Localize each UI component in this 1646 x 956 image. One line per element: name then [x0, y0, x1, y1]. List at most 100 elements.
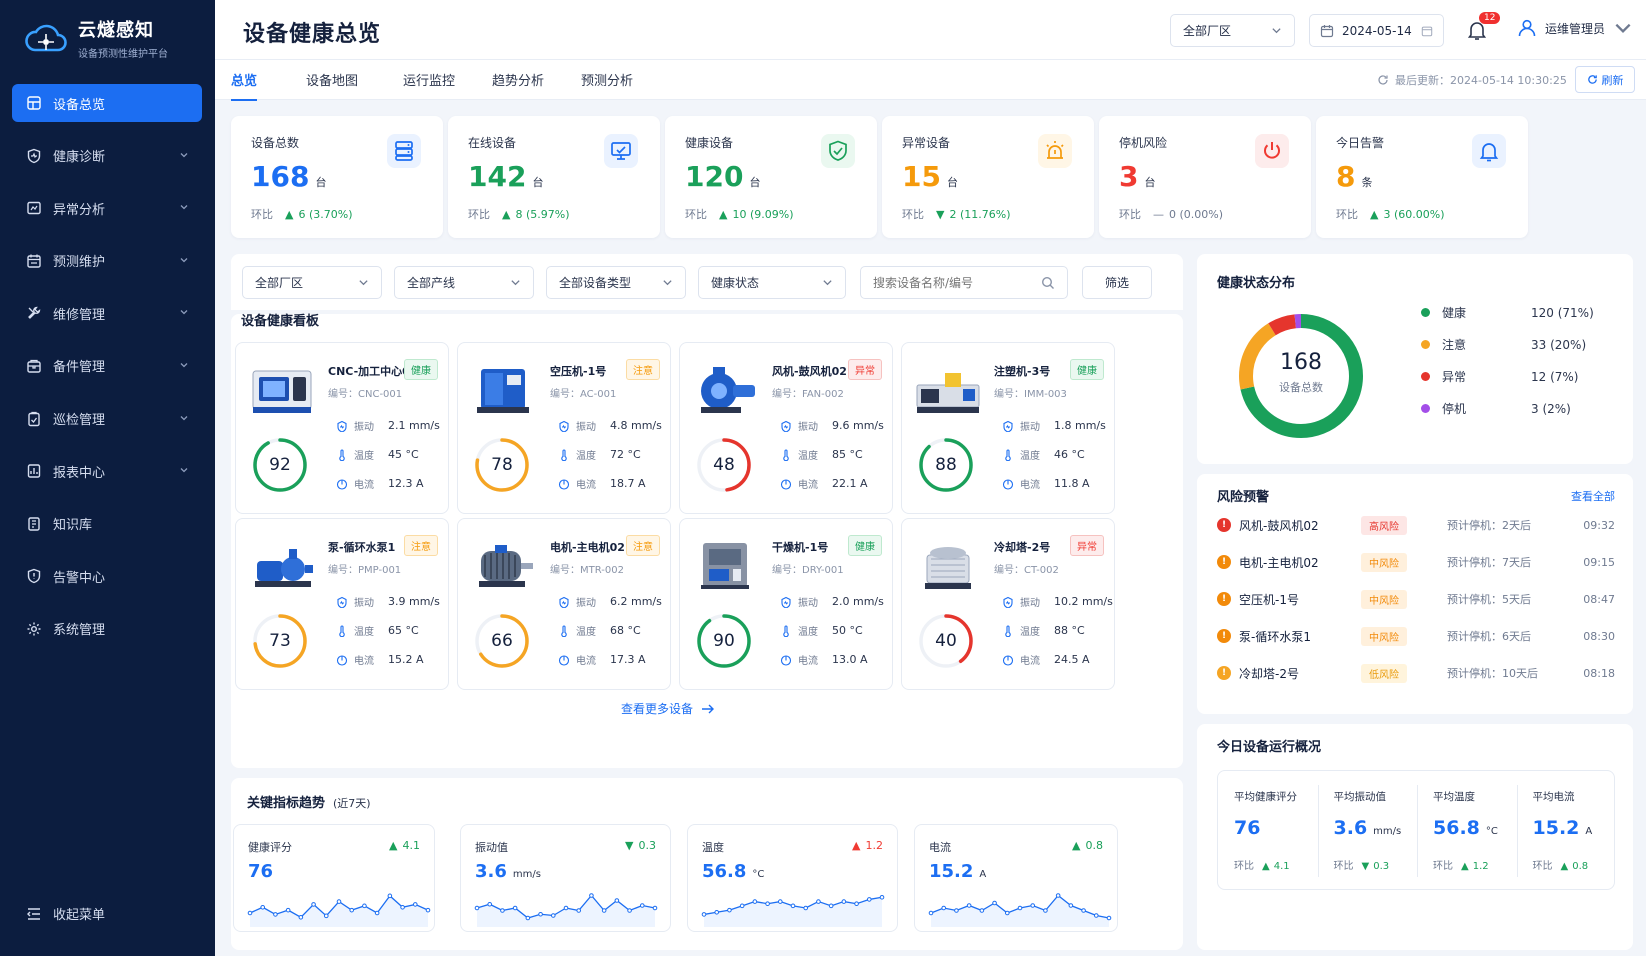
device-card[interactable]: CNC-加工中心01 编号：CNC-001 健康 92 振动 2.1 mm/s 温度 45 °…: [235, 342, 449, 514]
sparkline-point: [614, 898, 620, 903]
risk-item[interactable]: ! 风机-鼓风机02 高风险 预计停机：2天后 09:32: [1217, 514, 1615, 536]
device-card[interactable]: 注塑机-3号 编号：IMM-003 健康 88 振动 1.8 mm/s 温度 46 °C 电流 1…: [901, 342, 1115, 514]
device-search-input[interactable]: [873, 275, 1033, 290]
kpi-card-2[interactable]: 健康设备 120 台环比 ▲ 10 (9.09%): [665, 116, 877, 238]
risk-item[interactable]: ! 泵-循环水泵1 中风险 预计停机：6天后 08:30: [1217, 625, 1615, 647]
sidebar-item-4[interactable]: 维修管理: [12, 294, 202, 332]
refresh-button[interactable]: 刷新: [1575, 66, 1635, 93]
line-filter-value: 全部产线: [407, 276, 456, 290]
view-more-devices-link[interactable]: 查看更多设备: [621, 700, 715, 717]
sparkline-point: [652, 905, 658, 911]
risk-item[interactable]: ! 冷却塔-2号 低风险 预计停机：10天后 08:18: [1217, 662, 1615, 684]
kpi-card-4[interactable]: 停机风险 3 台环比 — 0 (0.00%): [1099, 116, 1311, 238]
legend-item[interactable]: 停机 3 (2%): [1421, 400, 1601, 417]
sidebar-item-2[interactable]: 异常分析: [12, 189, 202, 227]
search-icon[interactable]: [1041, 276, 1055, 290]
summary-metric-value: 3.6 mm/s: [1334, 817, 1402, 839]
sparkline-point: [285, 907, 291, 913]
chart-warning-icon: [27, 201, 41, 215]
sidebar-item-1[interactable]: 健康诊断: [12, 137, 202, 175]
trend-card[interactable]: 健康评分 ▲ 4.1 76: [233, 824, 435, 932]
chevron-down-icon: [663, 280, 672, 286]
sidebar-item-7[interactable]: 报表中心: [12, 452, 202, 490]
risk-item[interactable]: ! 空压机-1号 中风险 预计停机：5天后 08:47: [1217, 588, 1615, 610]
legend-value: 3 (2%): [1531, 401, 1571, 416]
tab-monitoring[interactable]: 运行监控: [403, 70, 455, 99]
tab-overview[interactable]: 总览: [231, 70, 258, 101]
status-filter-value: 健康状态: [711, 276, 760, 290]
tab-device-map[interactable]: 设备地图: [306, 70, 358, 99]
collapse-menu-button[interactable]: 收起菜单: [26, 904, 105, 923]
user-menu[interactable]: 运维管理员: [1517, 18, 1641, 38]
risk-level-tag: 高风险: [1361, 515, 1407, 535]
device-metric-cur: 电流 22.1 A: [780, 476, 868, 491]
kpi-unit: 条: [1361, 176, 1373, 189]
device-health-board: 设备健康看板 CNC-加工中心01 编号：CNC-001 健康 92 振动 2.1 mm/…: [231, 314, 1183, 768]
risk-level-icon: !: [1217, 666, 1231, 680]
risk-stop-value: 6天后: [1502, 630, 1531, 643]
thermometer-icon: [561, 448, 567, 461]
chevron-down-icon: [180, 205, 188, 210]
risk-item[interactable]: ! 电机-主电机02 中风险 预计停机：7天后 09:15: [1217, 551, 1615, 573]
trend-card[interactable]: 电流 ▲ 0.8 15.2 A: [914, 824, 1118, 932]
vibration-icon: [337, 596, 347, 608]
device-card[interactable]: 泵-循环水泵1 编号：PMP-001 注意 73 振动 3.9 mm/s 温度 65 °C 电流…: [235, 518, 449, 690]
cnc-machine-image: [252, 370, 312, 413]
summary-compare: 环比 ▼ 0.3: [1334, 857, 1390, 872]
device-metric-temp: 温度 65 °C: [336, 623, 419, 638]
line-filter-select[interactable]: 全部产线: [394, 266, 534, 299]
health-score-gauge: 48: [696, 437, 752, 493]
sidebar-item-10[interactable]: 系统管理: [12, 610, 202, 648]
metric-label: 电流: [576, 480, 596, 491]
tab-prediction[interactable]: 预测分析: [581, 70, 633, 99]
sidebar-item-9[interactable]: 告警中心: [12, 557, 202, 595]
risk-time: 09:32: [1583, 518, 1615, 532]
kpi-card-5[interactable]: 今日告警 8 条环比 ▲ 3 (60.00%): [1316, 116, 1528, 238]
date-picker[interactable]: 2024-05-14: [1309, 14, 1444, 47]
risk-view-all-link[interactable]: 查看全部: [1571, 488, 1615, 504]
device-code: 编号：AC-001: [550, 385, 616, 400]
chevron-down-icon: [180, 152, 188, 158]
device-card[interactable]: 风机-鼓风机02 编号：FAN-002 异常 48 振动 9.6 mm/s 温度 85 °C 电…: [679, 342, 893, 514]
sparkline-point: [487, 901, 493, 907]
trend-unit: °C: [752, 869, 765, 880]
kpi-card-0[interactable]: 设备总数 168 台环比 ▲ 6 (3.70%): [231, 116, 443, 238]
metric-value: 15.2 A: [388, 653, 424, 666]
risk-stop-label: 预计停机：: [1447, 519, 1502, 532]
trend-card[interactable]: 振动值 ▼ 0.3 3.6 mm/s: [460, 824, 671, 932]
filter-button[interactable]: 筛选: [1082, 266, 1152, 299]
current-icon: [780, 654, 792, 666]
sidebar-item-3[interactable]: 预测维护: [12, 242, 202, 280]
trend-card[interactable]: 温度 ▲ 1.2 56.8 °C: [687, 824, 898, 932]
sidebar-item-0[interactable]: 设备总览: [12, 84, 202, 122]
kpi-card-1[interactable]: 在线设备 142 台环比 ▲ 8 (5.97%): [448, 116, 660, 238]
plant-filter-select[interactable]: 全部厂区: [242, 266, 382, 299]
sidebar-item-6[interactable]: 巡检管理: [12, 400, 202, 438]
legend-item[interactable]: 健康 120 (71%): [1421, 304, 1601, 321]
app-logo[interactable]: 云燧感知 设备预测性维护平台: [24, 16, 168, 60]
legend-item[interactable]: 异常 12 (7%): [1421, 368, 1601, 385]
sparkline-point: [966, 903, 972, 908]
type-filter-select[interactable]: 全部设备类型: [546, 266, 686, 299]
device-card[interactable]: 冷却塔-2号 编号：CT-002 异常 40 振动 10.2 mm/s 温度 88 °C 电流 2…: [901, 518, 1115, 690]
metric-label: 振动: [798, 598, 818, 609]
device-code: 编号：CNC-001: [328, 385, 402, 400]
plant-select[interactable]: 全部厂区: [1170, 14, 1295, 47]
device-metric-cur: 电流 12.3 A: [336, 476, 424, 491]
device-code-value: DRY-001: [802, 565, 844, 576]
device-metric-cur: 电流 24.5 A: [1002, 652, 1090, 667]
status-filter-select[interactable]: 健康状态: [698, 266, 846, 299]
sidebar-item-5[interactable]: 备件管理: [12, 347, 202, 385]
legend-item[interactable]: 注意 33 (20%): [1421, 336, 1601, 353]
trend-subtitle: (近7天): [333, 797, 371, 810]
device-card[interactable]: 空压机-1号 编号：AC-001 注意 78 振动 4.8 mm/s 温度 72 °C 电流 18…: [457, 342, 671, 514]
risk-stop-estimate: 预计停机：10天后: [1447, 665, 1538, 681]
metric-value: 46 °C: [1054, 448, 1085, 461]
sidebar-item-8[interactable]: 知识库: [12, 505, 202, 543]
tab-trend-analysis[interactable]: 趋势分析: [492, 70, 544, 99]
device-card[interactable]: 干燥机-1号 编号：DRY-001 健康 90 振动 2.0 mm/s 温度 50 °C 电流 1…: [679, 518, 893, 690]
kpi-icon-wrap: [604, 134, 638, 168]
device-card[interactable]: 电机-主电机02 编号：MTR-002 注意 66 振动 6.2 mm/s 温度 68 °C 电…: [457, 518, 671, 690]
kpi-card-3[interactable]: 异常设备 15 台环比 ▼ 2 (11.76%): [882, 116, 1094, 238]
filter-bar: 全部厂区 全部产线 全部设备类型 健康状态 筛选: [231, 254, 1183, 310]
